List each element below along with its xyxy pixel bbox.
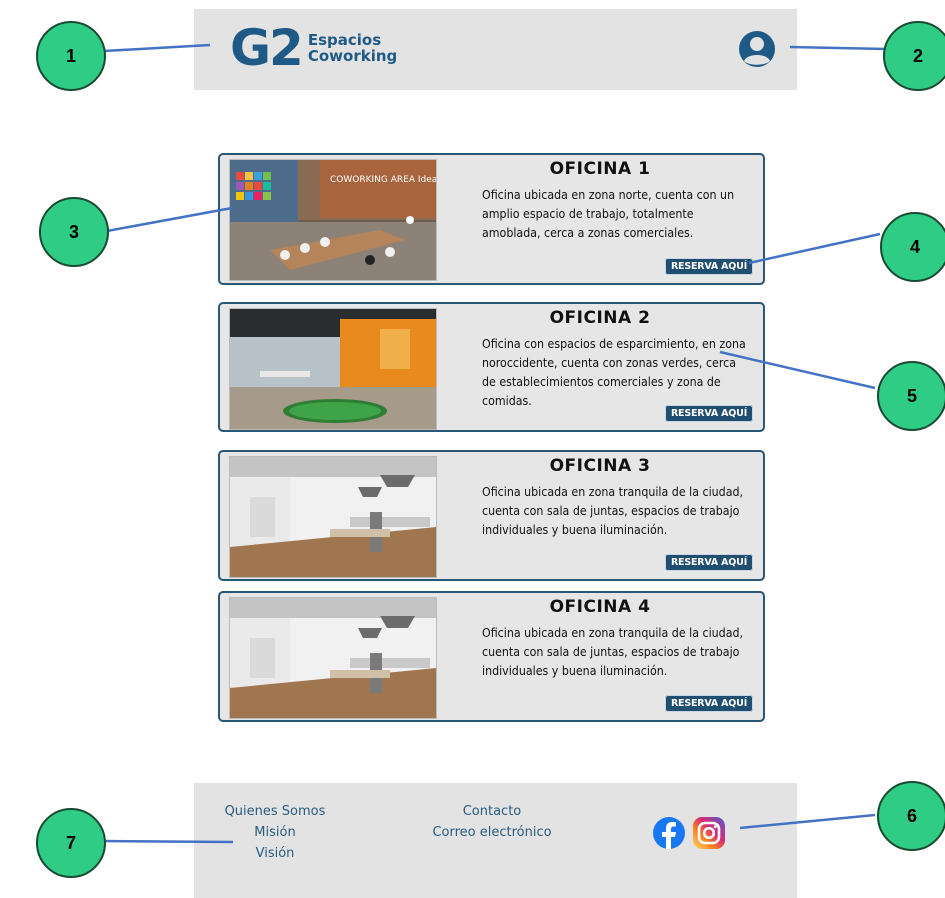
callout-4: 4 bbox=[880, 212, 945, 282]
callout-7: 7 bbox=[36, 808, 106, 878]
callout-2: 2 bbox=[883, 21, 945, 91]
callout-5: 5 bbox=[877, 361, 945, 431]
callout-lines bbox=[101, 43, 887, 844]
callout-3: 3 bbox=[39, 197, 109, 267]
callout-6: 6 bbox=[877, 781, 945, 851]
callout-1: 1 bbox=[36, 21, 106, 91]
